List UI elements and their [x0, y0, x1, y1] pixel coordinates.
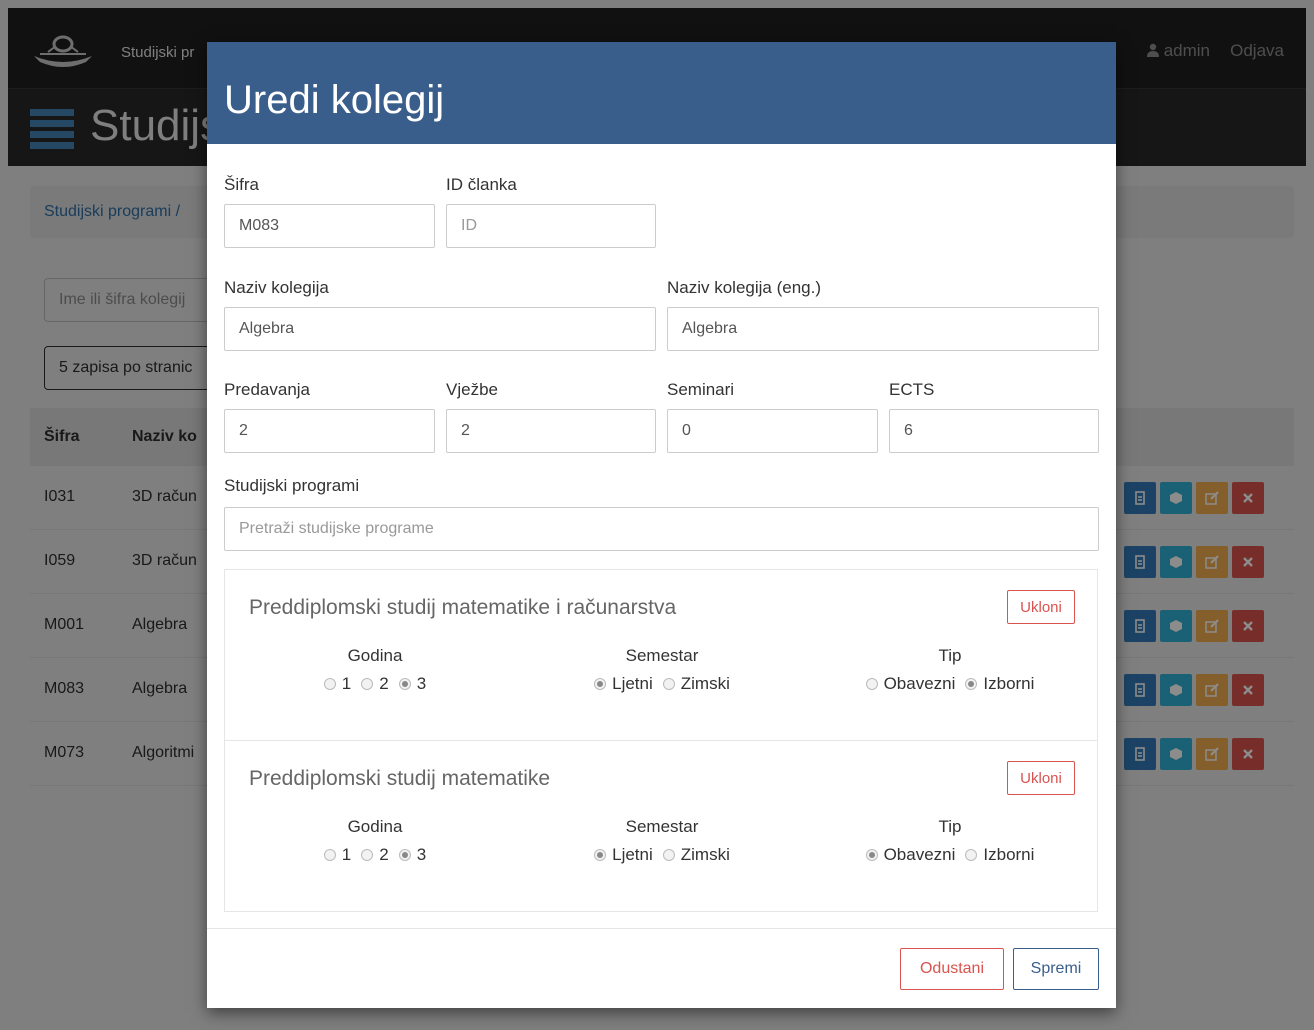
- radio-label: 1: [341, 674, 352, 693]
- year-radio-3[interactable]: 3: [398, 845, 427, 865]
- type-group: Tip Obavezni Izborni: [835, 817, 1065, 865]
- radio-dot: [865, 849, 878, 861]
- year-radio-1[interactable]: 1: [323, 674, 352, 694]
- code-label: Šifra: [224, 175, 259, 194]
- program-panel: Preddiplomski studij matematike i računa…: [224, 569, 1098, 741]
- radio-dot: [594, 678, 607, 690]
- semester-label: Semestar: [625, 646, 699, 665]
- year-label: Godina: [347, 817, 403, 836]
- year-radio-2[interactable]: 2: [361, 674, 389, 694]
- program-panel: Preddiplomski studij matematike Ukloni G…: [224, 740, 1098, 912]
- edit-course-modal: Uredi kolegij Šifra ID članka Naziv kole…: [207, 42, 1116, 1008]
- save-button[interactable]: Spremi: [1013, 948, 1099, 990]
- remove-program-button[interactable]: Ukloni: [1007, 761, 1075, 795]
- radio-label: Obavezni: [883, 845, 956, 864]
- course-name-input[interactable]: [224, 307, 656, 351]
- type-group: Tip Obavezni Izborni: [835, 646, 1065, 694]
- radio-label: Zimski: [680, 674, 730, 693]
- course-name-en-label: Naziv kolegija (eng.): [667, 278, 822, 297]
- radio-label: Ljetni: [612, 845, 653, 864]
- radio-dot: [398, 849, 411, 861]
- radio-dot: [323, 678, 336, 690]
- radio-label: Izborni: [983, 674, 1035, 693]
- radio-label: Obavezni: [883, 674, 956, 693]
- year-radio-2[interactable]: 2: [361, 845, 389, 865]
- year-group: Godina 1 2 3: [295, 646, 455, 694]
- semester-label: Semestar: [625, 817, 699, 836]
- radio-dot: [361, 678, 374, 690]
- modal-header: Uredi kolegij: [207, 42, 1116, 144]
- program-title: Preddiplomski studij matematike i računa…: [249, 596, 677, 619]
- semester-radio-winter[interactable]: Zimski: [662, 845, 730, 865]
- lectures-input[interactable]: [224, 409, 435, 453]
- article-id-input[interactable]: [446, 204, 656, 248]
- ects-label: ECTS: [889, 380, 935, 399]
- radio-label: Izborni: [983, 845, 1035, 864]
- seminars-input[interactable]: [667, 409, 878, 453]
- semester-radio-summer[interactable]: Ljetni: [594, 845, 653, 865]
- program-title: Preddiplomski studij matematike: [249, 767, 551, 790]
- cancel-button[interactable]: Odustani: [900, 948, 1004, 990]
- semester-radio-winter[interactable]: Zimski: [662, 674, 730, 694]
- ects-input[interactable]: [889, 409, 1099, 453]
- program-search-input[interactable]: [224, 507, 1099, 551]
- semester-group: Semestar Ljetni Zimski: [562, 646, 762, 694]
- radio-dot: [323, 849, 336, 861]
- type-radio-elective[interactable]: Izborni: [965, 845, 1034, 865]
- year-group: Godina 1 2 3: [295, 817, 455, 865]
- radio-dot: [965, 678, 978, 690]
- course-name-label: Naziv kolegija: [224, 278, 329, 297]
- type-label: Tip: [938, 817, 962, 836]
- type-radio-mandatory[interactable]: Obavezni: [865, 845, 956, 865]
- seminars-label: Seminari: [667, 380, 735, 399]
- exercises-label: Vježbe: [446, 380, 498, 399]
- radio-label: 2: [379, 674, 389, 693]
- semester-radio-summer[interactable]: Ljetni: [594, 674, 653, 694]
- radio-label: 3: [416, 845, 427, 864]
- code-input[interactable]: [224, 204, 435, 248]
- modal-footer-divider: [207, 928, 1116, 929]
- type-radio-elective[interactable]: Izborni: [965, 674, 1034, 694]
- year-radio-1[interactable]: 1: [323, 845, 352, 865]
- type-label: Tip: [938, 646, 962, 665]
- programs-label: Studijski programi: [224, 476, 360, 495]
- type-radio-mandatory[interactable]: Obavezni: [865, 674, 956, 694]
- remove-program-button[interactable]: Ukloni: [1007, 590, 1075, 624]
- radio-dot: [662, 849, 675, 861]
- radio-label: Zimski: [680, 845, 730, 864]
- radio-label: 3: [416, 674, 427, 693]
- modal-title: Uredi kolegij: [224, 78, 445, 122]
- radio-label: 1: [341, 845, 352, 864]
- course-name-en-input[interactable]: [667, 307, 1099, 351]
- radio-dot: [865, 678, 878, 690]
- year-label: Godina: [347, 646, 403, 665]
- radio-dot: [398, 678, 411, 690]
- article-id-label: ID članka: [446, 175, 517, 194]
- radio-dot: [662, 678, 675, 690]
- radio-dot: [594, 849, 607, 861]
- radio-dot: [965, 849, 978, 861]
- radio-label: 2: [379, 845, 389, 864]
- lectures-label: Predavanja: [224, 380, 311, 399]
- radio-dot: [361, 849, 374, 861]
- semester-group: Semestar Ljetni Zimski: [562, 817, 762, 865]
- year-radio-3[interactable]: 3: [398, 674, 427, 694]
- radio-label: Ljetni: [612, 674, 653, 693]
- exercises-input[interactable]: [446, 409, 656, 453]
